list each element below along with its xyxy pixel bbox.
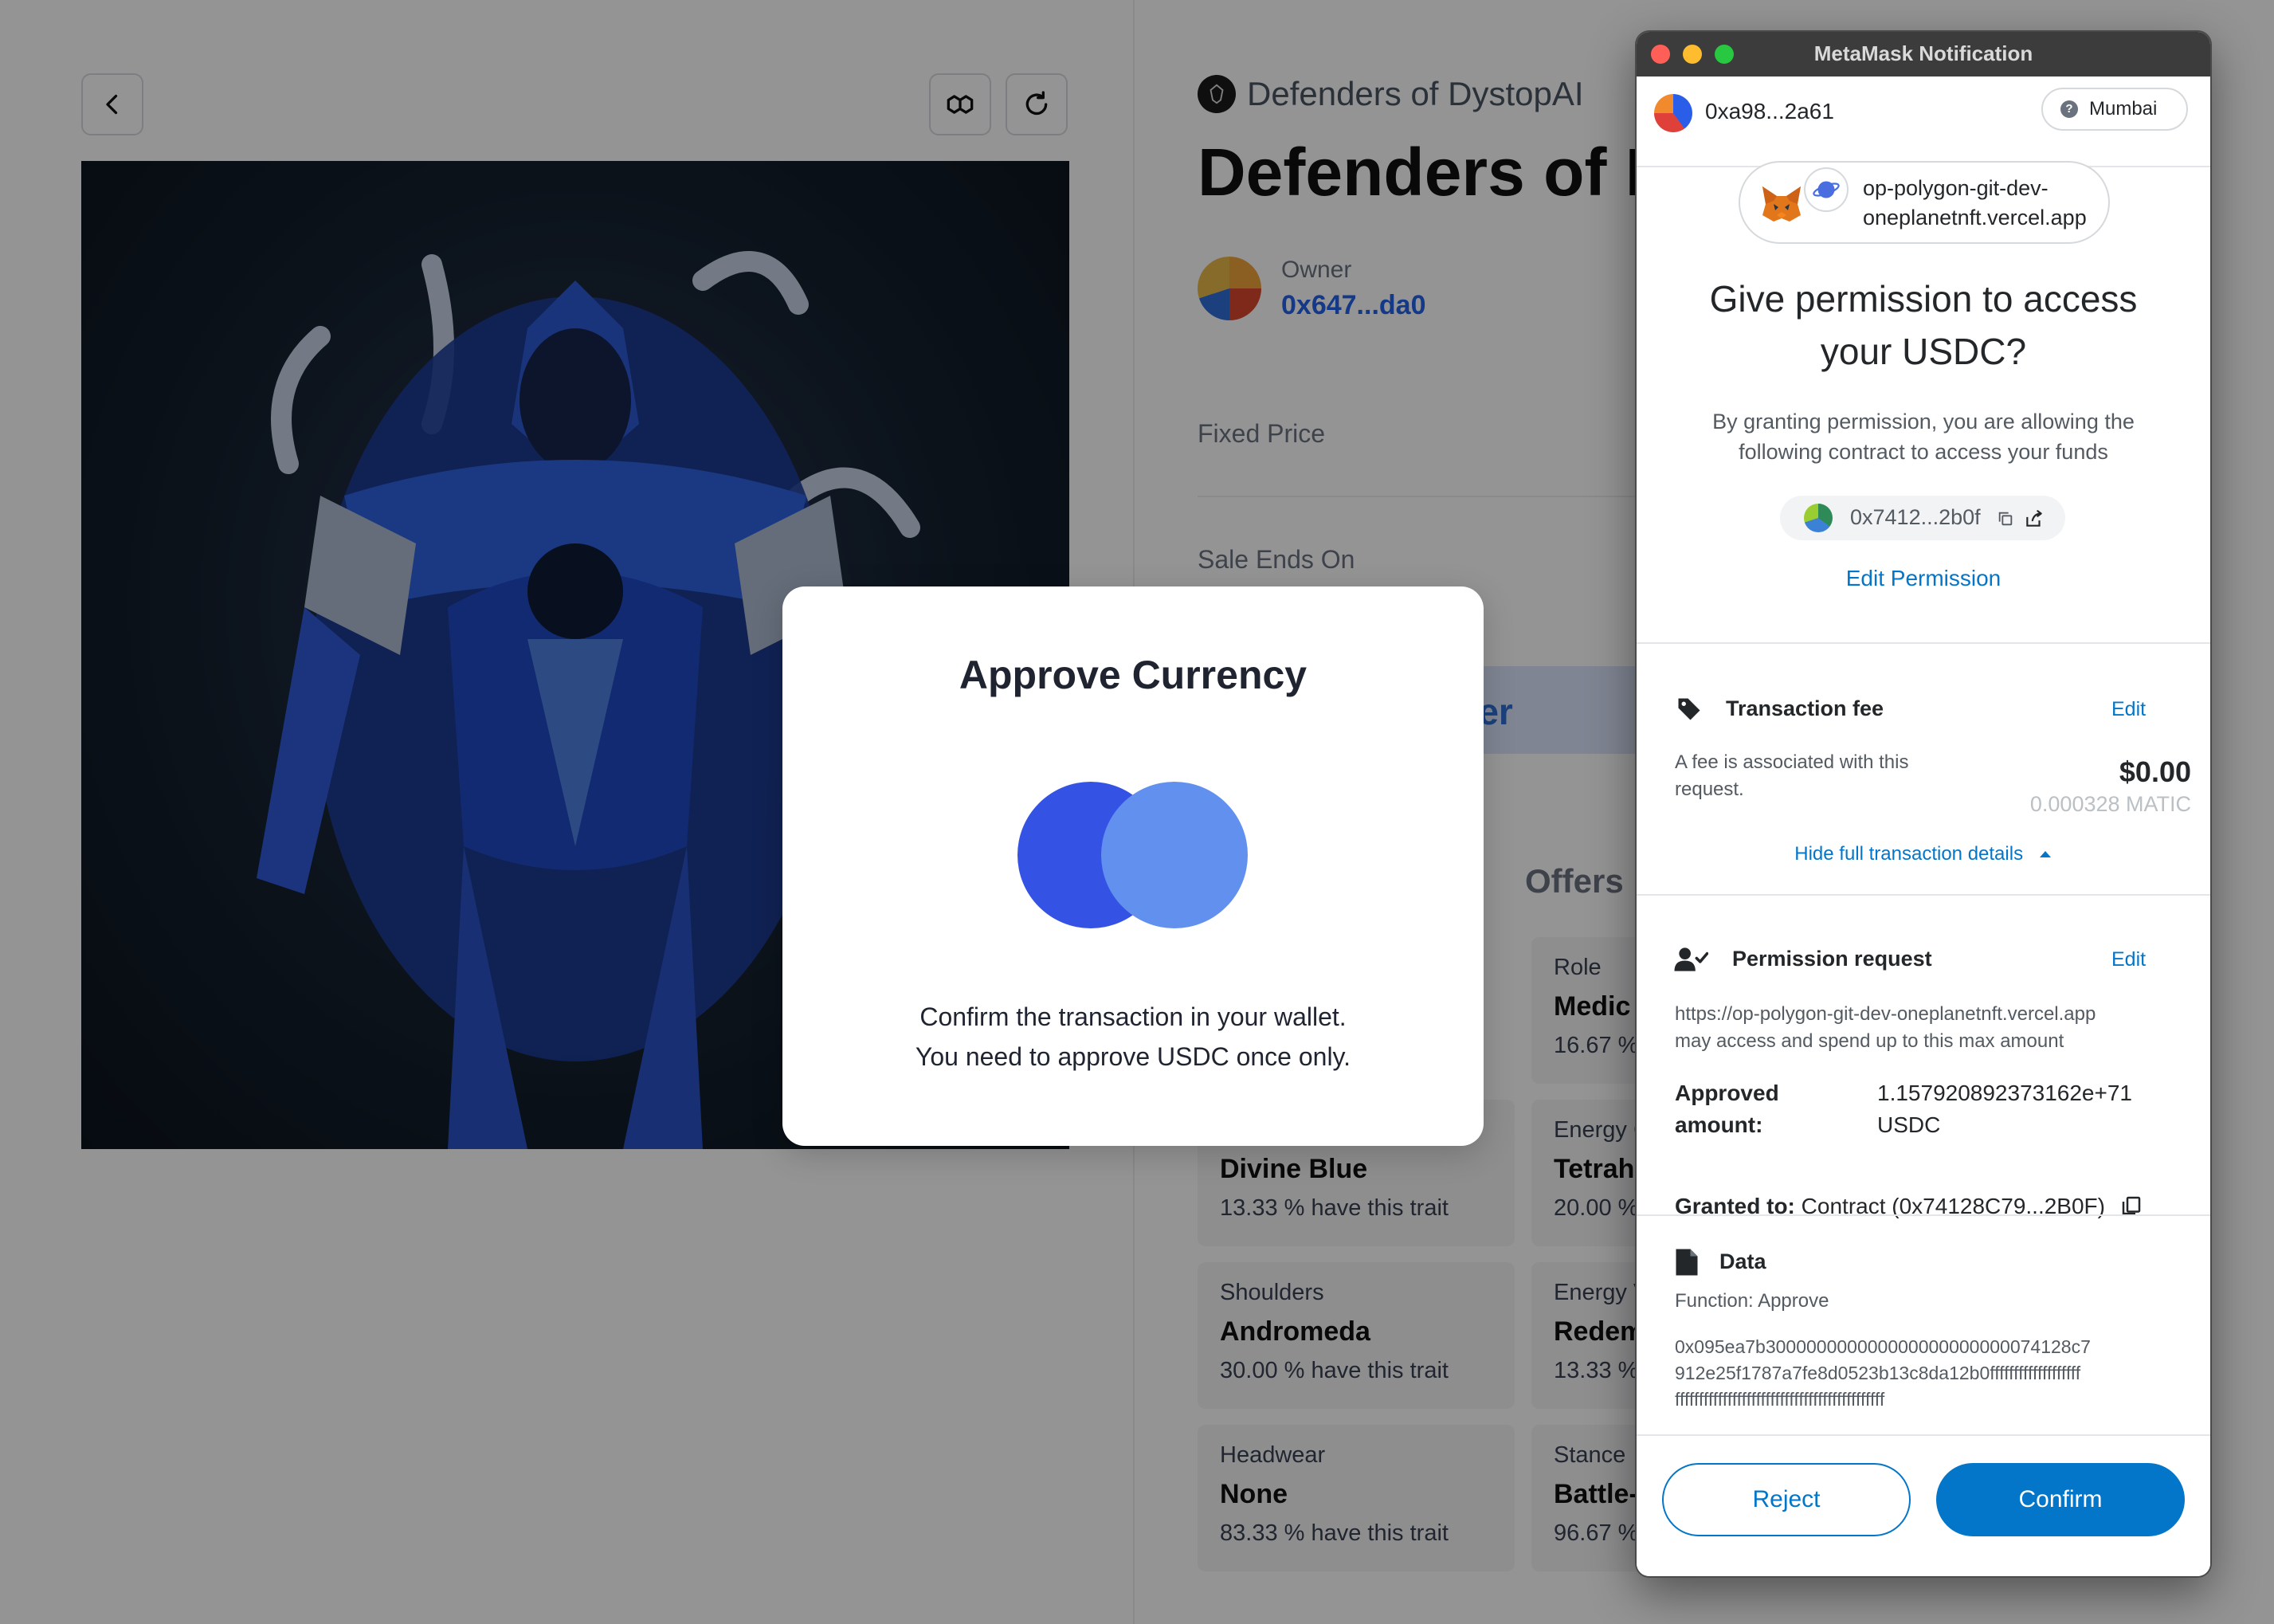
section-divider	[1637, 894, 2210, 896]
account-header: 0xa98...2a61 ? Mumbai	[1637, 76, 2210, 167]
fee-note-line-2: request.	[1675, 779, 1744, 800]
confirm-button[interactable]: Confirm	[1936, 1463, 2185, 1536]
permission-heading-line-1: Give permission to access	[1709, 278, 2138, 320]
modal-title: Approve Currency	[959, 653, 1308, 697]
approved-amount-label-line-1: Approved	[1675, 1081, 1779, 1105]
permission-heading: Give permission to access your USDC?	[1637, 273, 2210, 378]
data-hex: 0x095ea7b300000000000000000000000074128c…	[1675, 1334, 2177, 1413]
permission-description-line-1: By granting permission, you are allowing…	[1712, 410, 2135, 433]
section-divider	[1637, 1214, 2210, 1216]
contract-identicon	[1804, 504, 1833, 532]
data-function: Function: Approve	[1675, 1290, 1829, 1312]
network-indicator[interactable]: ? Mumbai	[2041, 88, 2188, 131]
permission-description: By granting permission, you are allowing…	[1668, 406, 2178, 467]
fee-fiat-amount: $0.00	[2119, 755, 2191, 788]
metamask-notification-window: MetaMask Notification 0xa98...2a61 ? Mum…	[1637, 32, 2210, 1576]
site-origin-pill: op-polygon-git-dev- oneplanetnft.vercel.…	[1739, 161, 2110, 244]
modal-instruction-line-2: You need to approve USDC once only.	[915, 1042, 1351, 1071]
edit-permission-link[interactable]: Edit Permission	[1637, 566, 2210, 591]
action-footer: Reject Confirm	[1637, 1434, 2210, 1576]
user-check-icon	[1674, 947, 1708, 971]
reject-button[interactable]: Reject	[1662, 1463, 1911, 1536]
requesting-site-url: https://op-polygon-git-dev-oneplanetnft.…	[1675, 1003, 2096, 1025]
account-avatar	[1654, 94, 1692, 132]
data-hex-line-3: ffffffffffffffffffffffffffffffffffffffff…	[1675, 1389, 1885, 1410]
tag-icon	[1678, 698, 1700, 720]
data-hex-line-1: 0x095ea7b300000000000000000000000074128c…	[1675, 1336, 2091, 1357]
hide-details-label: Hide full transaction details	[1794, 843, 2024, 865]
contract-address: 0x7412...2b0f	[1850, 505, 1981, 529]
permission-scope-note: may access and spend up to this max amou…	[1675, 1030, 2064, 1052]
site-origin-line-2: oneplanetnft.vercel.app	[1863, 206, 2087, 229]
copy-icon[interactable]	[1997, 510, 2014, 528]
window-title: MetaMask Notification	[1813, 41, 2033, 65]
approved-amount-token: USDC	[1877, 1112, 1941, 1137]
approved-amount-number: 1.157920892373162e+71	[1877, 1081, 2133, 1105]
token-circle-icon	[1101, 782, 1248, 928]
approved-amount-label-line-2: amount:	[1675, 1112, 1763, 1137]
share-icon[interactable]	[2024, 508, 2045, 529]
hide-details-toggle[interactable]: Hide full transaction details	[1637, 843, 2210, 865]
question-icon: ?	[2060, 100, 2078, 118]
fee-native-amount: 0.000328 MATIC	[2029, 792, 2191, 816]
contract-address-pill: 0x7412...2b0f	[1780, 496, 2065, 540]
transaction-fee-title: Transaction fee	[1726, 696, 1884, 720]
permission-request-title: Permission request	[1732, 947, 1932, 971]
metamask-fox-icon	[1762, 186, 1801, 222]
permission-description-line-2: following contract to access your funds	[1739, 440, 2108, 464]
document-icon	[1676, 1249, 1698, 1276]
site-origin-line-1: op-polygon-git-dev-	[1863, 176, 2049, 200]
permission-request-detail: https://op-polygon-git-dev-oneplanetnft.…	[1675, 1001, 2096, 1055]
edit-fee-link[interactable]: Edit	[2111, 698, 2146, 721]
modal-instruction-line-1: Confirm the transaction in your wallet.	[919, 1002, 1347, 1031]
window-titlebar[interactable]: MetaMask Notification	[1637, 32, 2210, 76]
site-globe-icon	[1804, 167, 1849, 212]
fee-note-line-1: A fee is associated with this	[1675, 751, 1909, 773]
approved-amount-value: 1.157920892373162e+71 USDC	[1877, 1077, 2132, 1141]
site-origin-url: op-polygon-git-dev- oneplanetnft.vercel.…	[1863, 174, 2087, 233]
data-title: Data	[1719, 1249, 1766, 1273]
data-hex-line-2: 912e25f1787a7fe8d0523b13c8da12b0ffffffff…	[1675, 1363, 2081, 1383]
approve-currency-modal: Approve Currency Confirm the transaction…	[782, 586, 1484, 1146]
section-divider	[1637, 642, 2210, 644]
fee-note: A fee is associated with this request.	[1675, 749, 1908, 803]
approved-amount-label: Approved amount:	[1675, 1077, 1779, 1141]
account-address[interactable]: 0xa98...2a61	[1705, 99, 1834, 124]
caret-up-icon	[2039, 851, 2051, 857]
network-name: Mumbai	[2089, 98, 2158, 120]
edit-permission-request-link[interactable]: Edit	[2111, 948, 2146, 971]
permission-heading-line-2: your USDC?	[1820, 331, 2027, 372]
